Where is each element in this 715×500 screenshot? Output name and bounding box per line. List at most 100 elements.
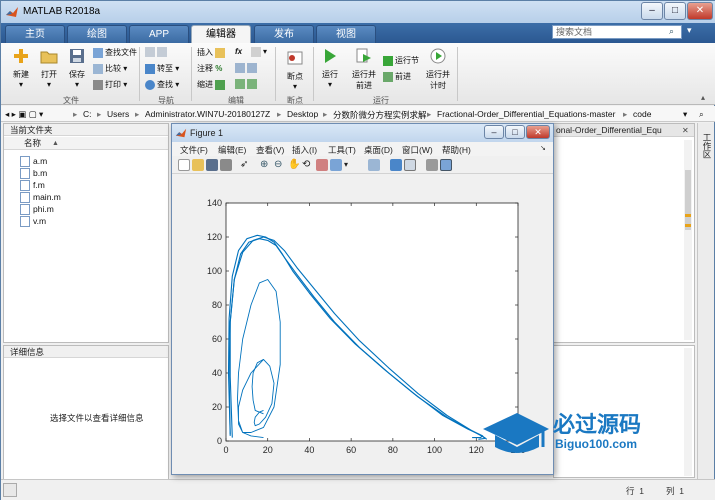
open-file-icon[interactable] [192, 159, 204, 171]
ribbon-separator [313, 47, 314, 101]
data-cursor-icon[interactable] [316, 159, 328, 171]
find-files-icon [93, 47, 103, 58]
menu-desktop[interactable]: 桌面(D) [364, 144, 393, 156]
menu-tools[interactable]: 工具(T) [328, 144, 356, 156]
compare-button[interactable]: 比较 ▾ [93, 63, 127, 74]
back-arrow-icon [145, 47, 155, 57]
panel-title: 当前文件夹 [4, 124, 168, 136]
workspace-sidebar[interactable]: 工作区 [697, 123, 714, 479]
file-item[interactable]: f.m [20, 179, 45, 192]
open-button[interactable]: 打开 ▾ [35, 47, 63, 89]
search-icon[interactable]: ⌕ [669, 26, 674, 37]
watermark-brand: 必过源码 [553, 412, 642, 437]
goto-button[interactable]: 转至 ▾ [145, 63, 179, 74]
run-button[interactable]: 运行 ▾ [317, 47, 343, 89]
brush-icon[interactable] [330, 159, 342, 171]
figure-minimize-button[interactable]: – [484, 125, 504, 139]
figure-maximize-button[interactable]: □ [505, 125, 525, 139]
zoom-in-icon[interactable]: ⊕ [260, 159, 272, 171]
col-indicator: 列 1 [666, 486, 684, 496]
x-tick-label: 20 [263, 445, 273, 455]
insert-button[interactable]: 插入 [197, 47, 227, 58]
menu-dock-icon[interactable]: ↘ [540, 144, 546, 152]
close-button[interactable]: ✕ [687, 2, 713, 20]
print-figure-icon[interactable] [220, 159, 232, 171]
fx-button[interactable]: fx [235, 47, 242, 56]
group-label-run: 运行 [373, 96, 389, 105]
run-section-button[interactable]: 运行节 [383, 55, 419, 66]
minimize-button[interactable]: – [641, 2, 663, 20]
brush-dropdown-icon[interactable]: ▾ [344, 159, 356, 171]
find-files-button[interactable]: 查找文件 [93, 47, 137, 58]
save-figure-icon[interactable] [206, 159, 218, 171]
command-scrollbar[interactable] [684, 348, 692, 476]
crumb-repo[interactable]: Fractional-Order_Differential_Equations-… [437, 109, 615, 119]
comment-tools[interactable] [235, 63, 259, 73]
tab-publish[interactable]: 发布 [254, 25, 314, 43]
menu-help[interactable]: 帮助(H) [442, 144, 471, 156]
tab-home[interactable]: 主页 [5, 25, 65, 43]
m-file-icon [20, 216, 30, 228]
file-item[interactable]: main.m [20, 191, 61, 204]
indent-button[interactable]: 缩进 [197, 79, 227, 90]
plot-axes: 020406080100120140020406080100120140 [207, 198, 526, 455]
pan-icon[interactable]: ✋ [288, 159, 300, 171]
link-plot-icon[interactable] [368, 159, 380, 171]
menu-view[interactable]: 查看(V) [256, 144, 284, 156]
run-advance-icon [356, 48, 371, 63]
colorbar-icon[interactable] [390, 159, 402, 171]
new-button[interactable]: 新建 ▾ [7, 47, 35, 89]
find-button[interactable]: 查找 ▾ [145, 79, 179, 90]
menu-edit[interactable]: 编辑(E) [218, 144, 246, 156]
tab-editor[interactable]: 编辑器 [191, 25, 251, 43]
nav-back-forward[interactable] [145, 47, 169, 57]
panel-menu-icon[interactable]: ✕ [682, 126, 689, 135]
file-item[interactable]: a.m [20, 155, 47, 168]
run-and-advance-button[interactable]: 运行并 前进 [347, 47, 381, 91]
comment-button[interactable]: 注释 % [197, 63, 222, 74]
file-item[interactable]: phi.m [20, 203, 54, 216]
tab-view[interactable]: 视图 [316, 25, 376, 43]
column-header-name[interactable]: 名称 ▲ [4, 137, 168, 150]
address-dropdown-icon[interactable]: ▾ [683, 109, 687, 120]
breakpoints-button[interactable]: 断点 ▾ [281, 49, 309, 91]
browse-folder-icon[interactable]: ⌕ [699, 109, 704, 120]
hide-plot-tools-icon[interactable] [426, 159, 438, 171]
pointer-icon[interactable]: ➶ [240, 159, 252, 171]
menu-window[interactable]: 窗口(W) [402, 144, 433, 156]
crumb-desktop[interactable]: Desktop [287, 109, 318, 119]
tab-plots[interactable]: 绘图 [67, 25, 127, 43]
crumb-user[interactable]: Administrator.WIN7U-20180127Z [145, 109, 270, 119]
run-and-time-button[interactable]: 运行并 计时 [421, 47, 455, 91]
legend-icon[interactable] [404, 159, 416, 171]
crumb-code[interactable]: code [633, 109, 651, 119]
menu-file[interactable]: 文件(F) [180, 144, 208, 156]
new-figure-icon[interactable] [178, 159, 190, 171]
collapse-ribbon-icon[interactable]: ▴ [701, 93, 705, 102]
crumb-drive[interactable]: C: [83, 109, 92, 119]
print-button[interactable]: 打印 ▾ [93, 79, 127, 90]
nav-buttons[interactable]: ◂ ▸ ▣ ▢ ▾ [5, 109, 43, 120]
advance-button[interactable]: 前进 [383, 71, 411, 82]
search-documentation-input[interactable]: 搜索文档 [552, 25, 682, 39]
save-button[interactable]: 保存 ▾ [63, 47, 91, 89]
crumb-users[interactable]: Users [107, 109, 129, 119]
file-item[interactable]: b.m [20, 167, 47, 180]
tab-apps[interactable]: APP [129, 25, 189, 43]
y-tick-label: 40 [212, 368, 222, 378]
scrollbar-thumb[interactable] [685, 170, 691, 230]
figure-close-button[interactable]: ✕ [526, 125, 550, 139]
x-tick-label: 80 [388, 445, 398, 455]
menu-insert[interactable]: 插入(I) [292, 144, 317, 156]
insert-dropdown[interactable]: ▾ [251, 47, 267, 57]
indent-tools[interactable] [235, 79, 259, 89]
maximize-button[interactable]: □ [664, 2, 686, 20]
rotate-icon[interactable]: ⟲ [302, 159, 314, 171]
zoom-out-icon[interactable]: ⊖ [274, 159, 286, 171]
y-tick-label: 0 [217, 436, 222, 446]
crumb-project[interactable]: 分数阶微分方程实例求解 [333, 109, 427, 121]
notification-icon[interactable]: ▾ [687, 25, 699, 39]
show-plot-tools-icon[interactable] [440, 159, 452, 171]
file-item[interactable]: v.m [20, 215, 46, 228]
y-tick-label: 100 [207, 266, 222, 276]
